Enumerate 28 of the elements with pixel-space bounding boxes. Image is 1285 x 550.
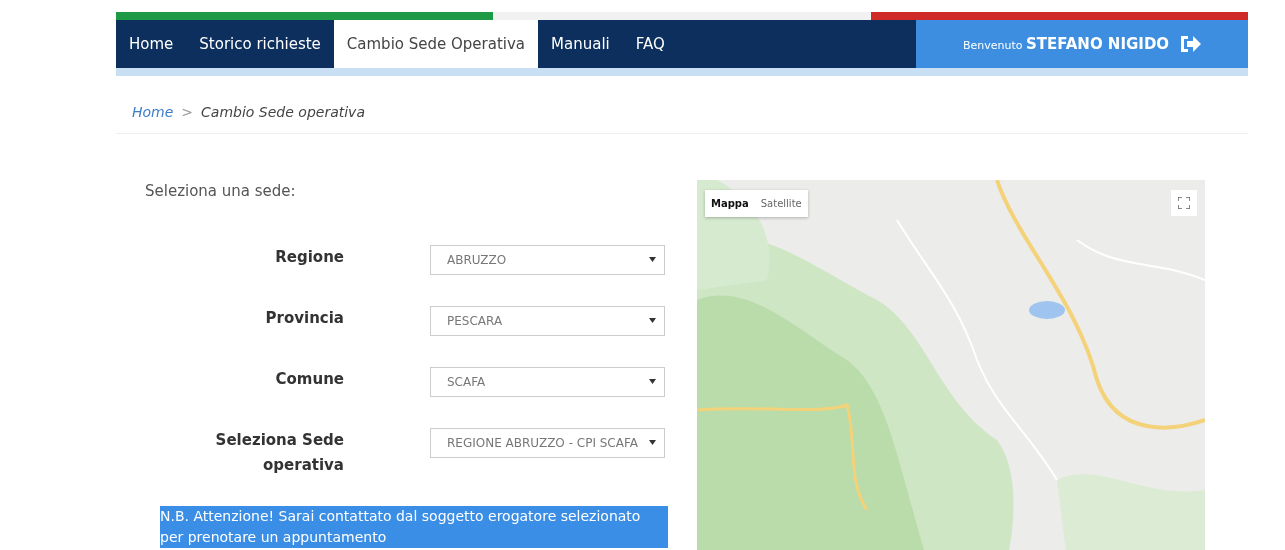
field-label: Comune <box>274 368 344 390</box>
dropdown-caret-icon <box>649 318 656 323</box>
nav-tab[interactable]: Home <box>116 20 187 68</box>
fullscreen-icon <box>1178 197 1190 209</box>
fullscreen-button[interactable] <box>1171 190 1197 216</box>
select-field[interactable]: REGIONE ABRUZZO - CPI SCAFA <box>430 427 665 458</box>
field-label: Regione <box>274 246 344 268</box>
nav-tab[interactable]: Cambio Sede Operativa <box>333 20 539 68</box>
logout-icon[interactable] <box>1179 35 1202 53</box>
dropdown-caret-icon <box>649 257 656 262</box>
nav-tab[interactable]: FAQ <box>622 20 678 68</box>
select-field[interactable]: ABRUZZO <box>430 244 665 275</box>
map-type-tab[interactable]: Mappa <box>705 190 755 217</box>
dropdown-caret-icon <box>649 440 656 445</box>
field-label: Seleziona Sede operativa <box>214 429 344 476</box>
notice-text: N.B. Attenzione! Sarai contattato dal soggetto erogatore selezionato per prenotare un appuntamento <box>160 505 668 548</box>
nav-tab[interactable]: Storico richieste <box>186 20 334 68</box>
dropdown-caret-icon <box>649 379 656 384</box>
breadcrumb-separator: > <box>181 103 194 122</box>
select-field[interactable]: PESCARA <box>430 305 665 336</box>
breadcrumb-current: Cambio Sede operativa <box>201 103 365 122</box>
map-type-tab[interactable]: Satellite <box>754 190 808 217</box>
nav-tab[interactable]: Manuali <box>538 20 623 68</box>
form-title: Seleziona una sede: <box>145 181 297 202</box>
breadcrumb-link[interactable]: Home <box>132 102 174 123</box>
select-field[interactable]: SCAFA <box>430 366 665 397</box>
welcome-text: Benvenuto STEFANO NIGIDO <box>962 33 1170 55</box>
field-label: Provincia <box>264 307 344 329</box>
